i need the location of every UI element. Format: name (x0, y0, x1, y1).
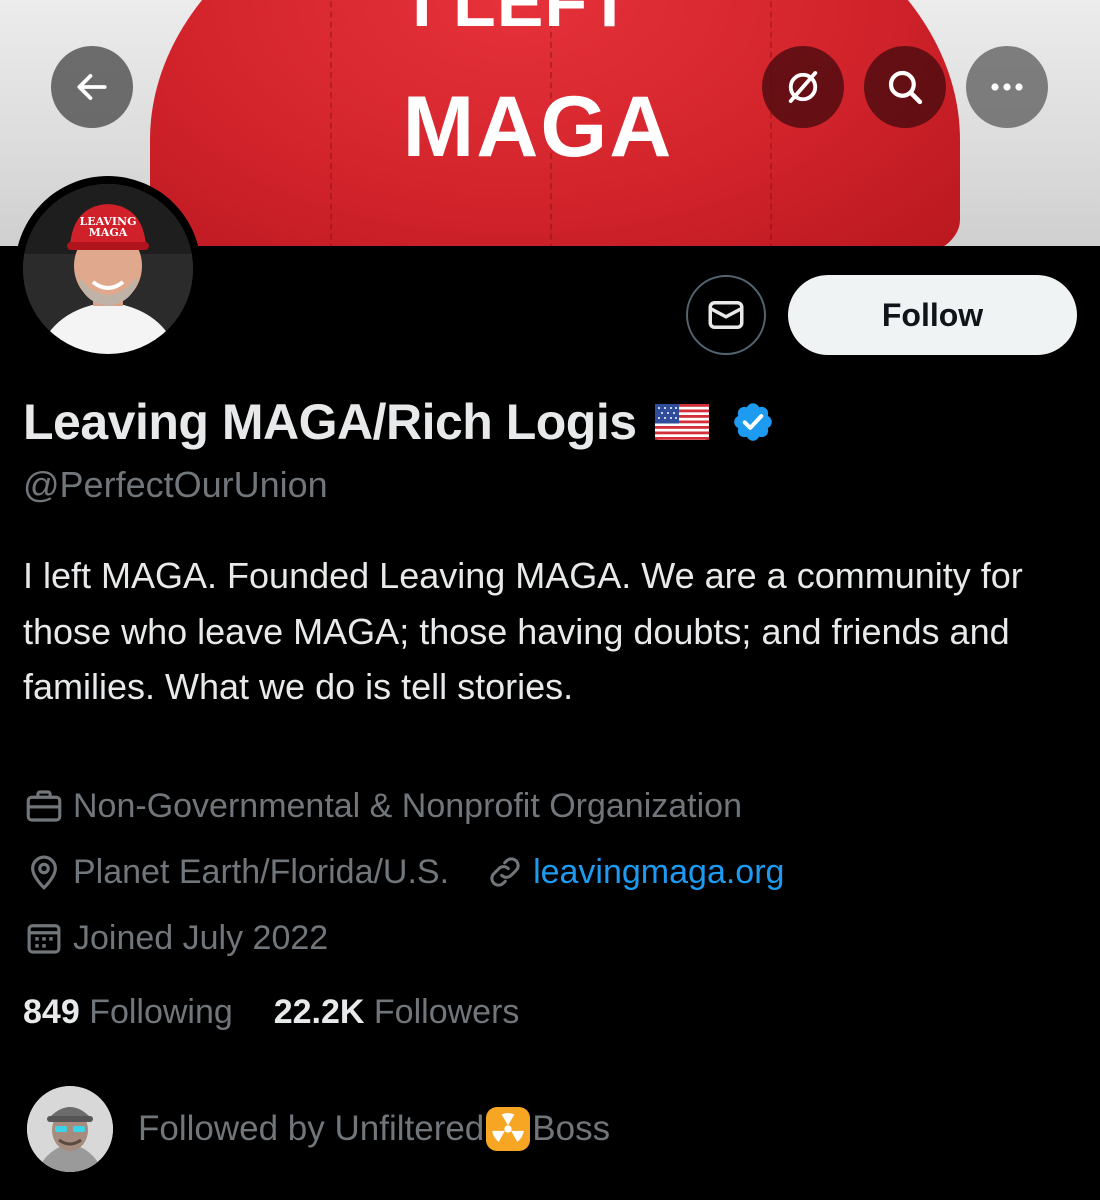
banner-cap-text-top: I LEFT (412, 0, 632, 41)
more-icon (991, 83, 1023, 91)
calendar-icon (27, 924, 61, 954)
profile-avatar[interactable]: LEAVING MAGA (15, 176, 201, 362)
followed-by-row[interactable]: Followed by Unfiltered Boss (27, 1086, 610, 1172)
name-row: Leaving MAGA/Rich Logis (23, 390, 775, 454)
message-button[interactable] (686, 275, 766, 355)
category-text: Non-Governmental & Nonprofit Organizatio… (73, 786, 742, 825)
joined-row: Joined July 2022 (23, 917, 328, 959)
envelope-icon (708, 301, 744, 329)
followed-by-suffix: Boss (532, 1109, 611, 1148)
verified-badge-icon[interactable] (731, 400, 775, 444)
back-button[interactable] (51, 46, 133, 128)
following-label: Following (89, 993, 233, 1031)
arrow-left-icon (77, 74, 107, 100)
followers-link[interactable]: 22.2K Followers (274, 993, 520, 1031)
link-icon (490, 857, 520, 887)
location-text: Planet Earth/Florida/U.S. (73, 852, 450, 891)
followers-label: Followers (373, 993, 520, 1031)
search-icon (888, 70, 923, 105)
location-pin-icon (31, 855, 57, 890)
radioactive-icon (486, 1107, 531, 1151)
avatar-photo: LEAVING MAGA (23, 184, 193, 354)
search-button[interactable] (864, 46, 946, 128)
followed-by-avatar (27, 1086, 113, 1172)
profile-bio: I left MAGA. Founded Leaving MAGA. We ar… (23, 555, 1023, 707)
following-count: 849 (23, 993, 80, 1031)
display-name: Leaving MAGA/Rich Logis (23, 394, 637, 450)
followed-by-text: Followed by Unfiltered Boss (138, 1107, 610, 1151)
location-website-row: Planet Earth/Florida/U.S. leavingmaga.or… (23, 851, 784, 893)
us-flag-icon (654, 404, 709, 440)
website-link[interactable]: leavingmaga.org (533, 853, 784, 892)
briefcase-icon (26, 790, 62, 822)
followers-count: 22.2K (273, 993, 365, 1031)
following-link[interactable]: 849 Following (23, 993, 233, 1031)
profile-handle: @PerfectOurUnion (23, 464, 328, 505)
translate-icon (788, 71, 818, 103)
avatar-cap-text: LEAVING MAGA (79, 215, 137, 239)
translate-button[interactable] (762, 46, 844, 128)
follow-counts: 849 Following 22.2K Followers (23, 993, 519, 1032)
joined-text: Joined July 2022 (73, 918, 329, 957)
category-row: Non-Governmental & Nonprofit Organizatio… (23, 785, 742, 827)
more-button[interactable] (966, 46, 1048, 128)
follow-button[interactable]: Follow (788, 275, 1077, 355)
followed-by-prefix: Followed by Unfiltered (138, 1109, 485, 1148)
